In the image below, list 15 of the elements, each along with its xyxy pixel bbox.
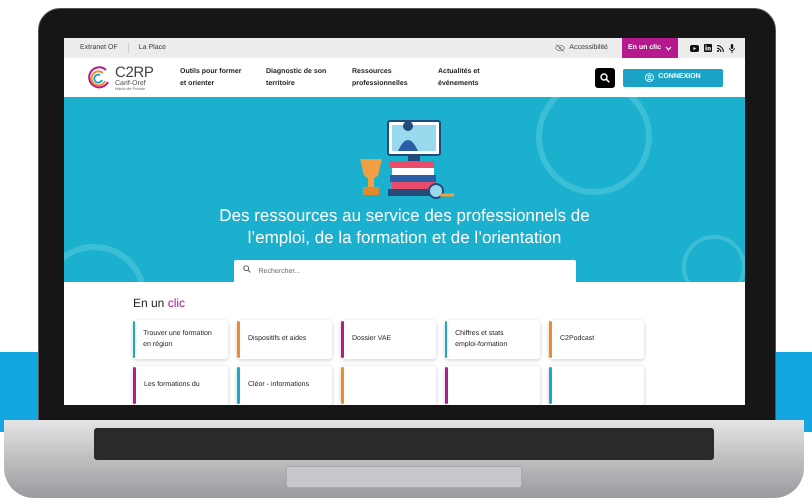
logo-name: C2RP <box>115 64 154 80</box>
search-button[interactable] <box>595 68 615 88</box>
hero-title: Des ressources au service des professionnels de l’emploi, de la formation et de l’orientation <box>218 205 591 250</box>
search-icon <box>242 264 250 273</box>
linkedin-icon[interactable] <box>704 44 712 52</box>
eye-slash-icon <box>555 44 566 52</box>
search-icon <box>600 72 610 83</box>
quick-link-card[interactable] <box>445 366 540 405</box>
section-title: En un clic <box>133 295 186 312</box>
caret-icon <box>665 46 672 50</box>
youtube-icon[interactable] <box>690 44 699 52</box>
microphone-icon[interactable] <box>729 44 735 52</box>
user-icon <box>645 73 654 82</box>
rss-icon[interactable] <box>717 44 724 52</box>
quick-link-card[interactable] <box>549 366 644 405</box>
